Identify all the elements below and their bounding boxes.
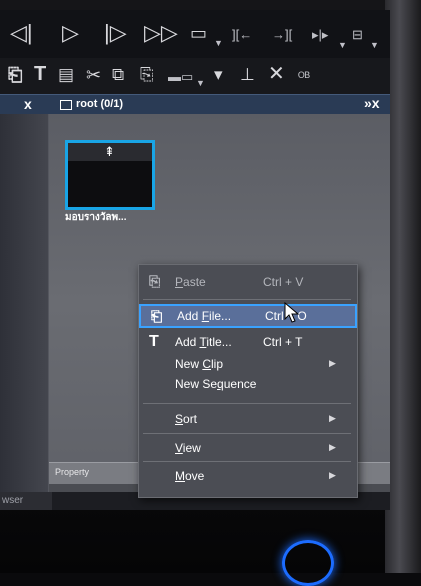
menu-item-label: Paste <box>175 275 206 289</box>
shortcut-label: Ctrl + V <box>263 275 304 289</box>
video-clip-icon: ⇞ <box>104 144 115 159</box>
mark-clip-icon[interactable]: ▸|▸ <box>312 28 328 41</box>
context-menu: ⎘ Paste Ctrl + V ⎗ Add File... Ctrl + O … <box>138 264 358 498</box>
delete-icon[interactable]: ✕ <box>268 64 285 84</box>
menu-separator <box>143 299 351 300</box>
menu-item-sort[interactable]: Sort ▶ <box>139 408 357 432</box>
menu-item-label: New Clip <box>175 357 224 371</box>
menu-item-add-file[interactable]: ⎗ Add File... Ctrl + O <box>139 304 357 328</box>
snapshot-icon[interactable]: ⊟ <box>352 28 363 41</box>
clip-name[interactable]: มอบรางวัลพ... <box>65 210 126 225</box>
menu-item-label: Sort <box>175 412 198 426</box>
folder-tree-background <box>0 114 48 492</box>
paste-icon[interactable]: ⎘ <box>140 66 154 83</box>
menu-item-paste[interactable]: ⎘ Paste Ctrl + V <box>139 271 357 295</box>
menu-item-new-sequence[interactable]: New Sequence <box>139 373 357 397</box>
comment-icon[interactable]: ▭ <box>190 24 207 42</box>
property-label[interactable]: Property <box>55 467 89 477</box>
chevron-down-icon[interactable]: ▼ <box>196 78 205 88</box>
add-file-icon: ⎗ <box>151 308 163 324</box>
add-title-icon[interactable]: T <box>34 64 46 84</box>
screen: ◁| ▷ |▷ ▷▷ ▭ ▼ ][← →][ ▸|▸ ▼ ⊟ ▼ ⎗ T ▤ ✂… <box>0 10 390 510</box>
playback-toolbar: ◁| ▷ |▷ ▷▷ ▭ ▼ ][← →][ ▸|▸ ▼ ⊟ ▼ <box>0 10 390 59</box>
chevron-down-icon[interactable]: ▼ <box>214 38 223 48</box>
menu-separator <box>143 433 351 434</box>
folder-icon <box>60 100 72 110</box>
mouse-cursor-icon <box>284 302 300 323</box>
clip-header: ⇞ <box>68 143 152 161</box>
step-back-icon[interactable]: ◁| <box>10 22 33 44</box>
menu-item-label: Add File... <box>177 309 232 323</box>
power-button-icon[interactable] <box>282 540 334 586</box>
menu-item-label: Move <box>175 469 205 483</box>
monitor-edge <box>385 0 421 573</box>
fast-forward-icon[interactable]: ▷▷ <box>144 22 178 44</box>
browser-tab[interactable]: wser <box>0 492 52 510</box>
menu-item-move[interactable]: Move ▶ <box>139 465 357 489</box>
panel-header: x root (0/1) »x <box>0 94 390 115</box>
ripple-icon[interactable]: ᴼᴮ <box>298 70 310 83</box>
paste-icon: ⎘ <box>149 273 161 289</box>
overflow-close-icon[interactable]: »x <box>364 95 380 111</box>
submenu-arrow-icon: ▶ <box>329 358 336 368</box>
title-icon: T <box>149 333 159 350</box>
folder-tree-pane[interactable] <box>0 114 49 492</box>
menu-item-view[interactable]: View ▶ <box>139 437 357 461</box>
clip-thumbnail[interactable]: ⇞ <box>65 140 155 210</box>
cut-icon[interactable]: ✂ <box>86 66 101 84</box>
menu-item-label: Add Title... <box>175 335 232 349</box>
menu-item-label: New Sequence <box>175 377 257 391</box>
chevron-down-icon[interactable]: ▼ <box>338 40 347 50</box>
edit-toolbar: ⎗ T ▤ ✂ ⧉ ⎘ ▬▭ ▼ ▾ ⊥ ✕ ᴼᴮ <box>0 58 390 94</box>
submenu-arrow-icon: ▶ <box>329 413 336 423</box>
menu-item-add-title[interactable]: T Add Title... Ctrl + T <box>139 331 357 355</box>
lift-icon[interactable]: ⊥ <box>240 66 255 83</box>
insert-icon[interactable]: ▾ <box>214 66 223 83</box>
timeline-icon[interactable]: ▬▭ <box>168 70 193 83</box>
menu-separator <box>143 403 351 404</box>
menu-separator <box>143 461 351 462</box>
step-forward-icon[interactable]: |▷ <box>104 22 127 44</box>
close-icon[interactable]: x <box>24 96 32 112</box>
mark-in-icon[interactable]: ][← <box>232 28 252 41</box>
add-file-icon[interactable]: ⎗ <box>8 66 22 84</box>
color-bars-icon[interactable]: ▤ <box>58 66 74 83</box>
chevron-down-icon[interactable]: ▼ <box>370 40 379 50</box>
bin-title: root (0/1) <box>76 98 124 110</box>
submenu-arrow-icon: ▶ <box>329 470 336 480</box>
mark-out-icon[interactable]: →][ <box>272 28 292 41</box>
copy-icon[interactable]: ⧉ <box>112 66 124 83</box>
menu-item-label: View <box>175 441 201 455</box>
shortcut-label: Ctrl + T <box>263 335 303 349</box>
submenu-arrow-icon: ▶ <box>329 442 336 452</box>
play-icon[interactable]: ▷ <box>62 22 79 44</box>
